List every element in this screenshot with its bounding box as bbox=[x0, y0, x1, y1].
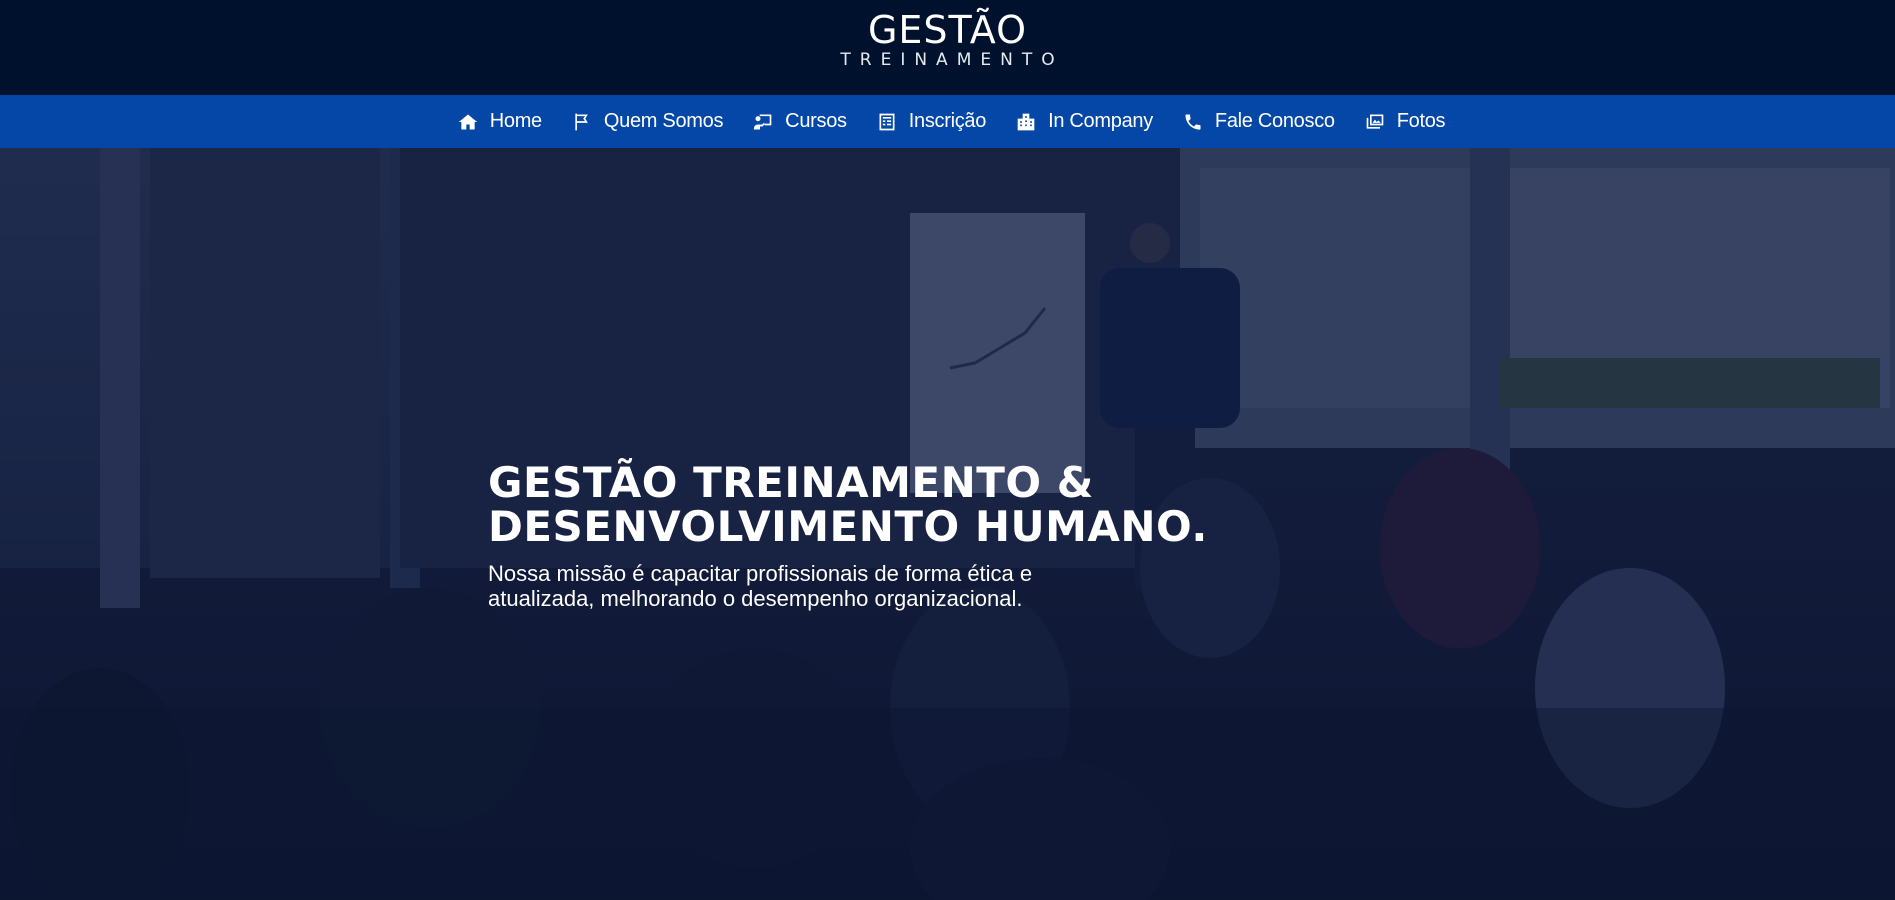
nav-item-inscricao[interactable]: Inscrição bbox=[877, 110, 986, 133]
nav-item-fotos[interactable]: Fotos bbox=[1365, 110, 1446, 133]
nav-item-label: Cursos bbox=[785, 110, 847, 132]
nav-item-fale-conosco[interactable]: Fale Conosco bbox=[1183, 110, 1335, 133]
nav-item-in-company[interactable]: In Company bbox=[1016, 110, 1153, 133]
nav-item-label: In Company bbox=[1048, 110, 1153, 132]
nav-item-label: Home bbox=[489, 110, 542, 132]
nav-item-home[interactable]: Home bbox=[458, 110, 542, 133]
hero-content: GESTÃO TREINAMENTO & DESENVOLVIMENTO HUM… bbox=[488, 461, 1388, 612]
hero-banner: GESTÃO TREINAMENTO & DESENVOLVIMENTO HUM… bbox=[0, 148, 1895, 900]
phone-icon bbox=[1183, 112, 1203, 132]
form-icon bbox=[877, 112, 897, 132]
hero-title-line-2: DESENVOLVIMENTO HUMANO. bbox=[488, 502, 1208, 551]
chalkboard-teacher-icon bbox=[753, 112, 773, 132]
site-header: GESTÃO TREINAMENTO bbox=[0, 0, 1895, 95]
hero-subtitle: Nossa missão é capacitar profissionais d… bbox=[488, 561, 1033, 611]
nav-item-quem-somos[interactable]: Quem Somos bbox=[572, 110, 723, 133]
brand-logo[interactable]: GESTÃO TREINAMENTO bbox=[0, 10, 1895, 70]
main-navigation: Home Quem Somos Cursos Inscrição In Comp… bbox=[0, 95, 1895, 148]
nav-item-label: Inscrição bbox=[908, 110, 987, 132]
hero-title-line-1: GESTÃO TREINAMENTO & bbox=[488, 458, 1094, 507]
brand-tagline: TREINAMENTO bbox=[840, 50, 1064, 70]
nav-item-label: Quem Somos bbox=[603, 110, 724, 132]
nav-item-label: Fotos bbox=[1396, 110, 1446, 132]
photos-icon bbox=[1365, 112, 1385, 132]
brand-name: GESTÃO bbox=[867, 8, 1028, 52]
flag-icon bbox=[572, 112, 592, 132]
hero-title: GESTÃO TREINAMENTO & DESENVOLVIMENTO HUM… bbox=[488, 461, 1388, 549]
nav-item-label: Fale Conosco bbox=[1214, 110, 1335, 132]
nav-item-cursos[interactable]: Cursos bbox=[753, 110, 847, 133]
home-icon bbox=[458, 112, 478, 132]
building-icon bbox=[1016, 112, 1036, 132]
